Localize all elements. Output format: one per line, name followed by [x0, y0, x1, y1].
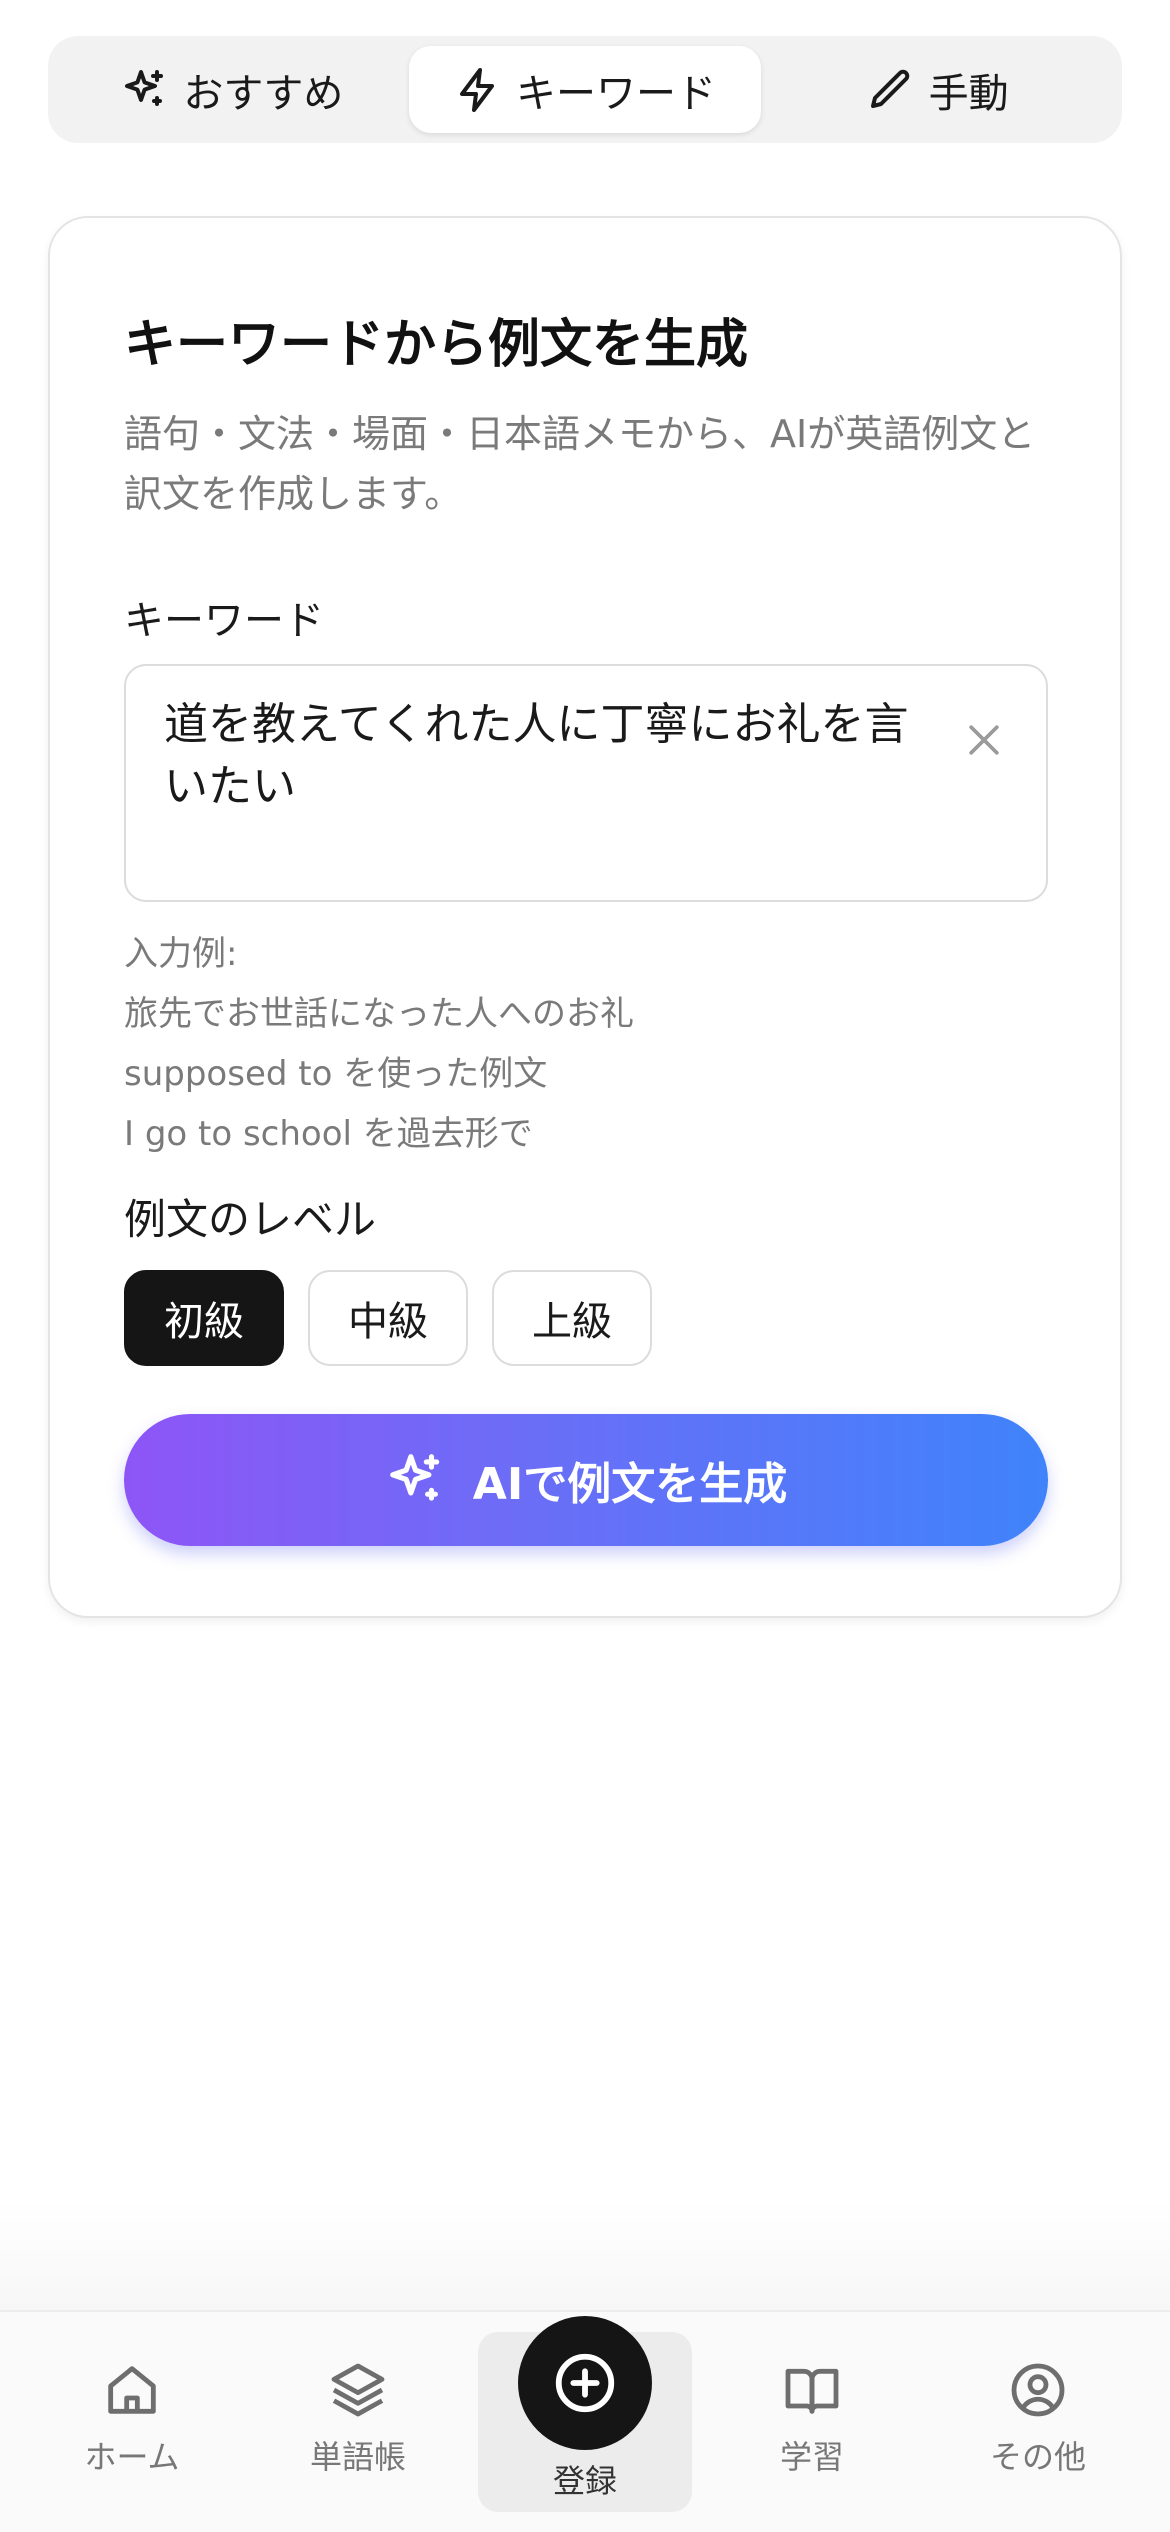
nav-item-label: 学習	[779, 2438, 844, 2476]
keyword-generator-card: キーワードから例文を生成 語句・文法・場面・日本語メモから、AIが英語例文と訳文…	[48, 216, 1122, 1618]
keyword-label: キーワード	[124, 598, 324, 644]
book-icon	[785, 2368, 839, 2414]
register-fab[interactable]	[518, 2316, 652, 2450]
generate-button-label: AIで例文を生成	[472, 1459, 788, 1510]
tab-recommended[interactable]: おすすめ	[56, 46, 409, 133]
example-item: I go to school を過去形で	[124, 1114, 533, 1154]
tab-keyword-label: キーワード	[516, 70, 716, 117]
input-examples: 入力例: 旅先でお世話になった人へのお礼 supposed to を使った例文 …	[124, 924, 1048, 1164]
tab-recommended-label: おすすめ	[183, 70, 344, 117]
level-intermediate-button[interactable]: 中級	[308, 1270, 468, 1366]
tab-manual[interactable]: 手動	[761, 46, 1114, 133]
level-label: 例文のレベル	[124, 1195, 377, 1244]
sparkles-icon	[389, 1454, 440, 1501]
mode-segmented-control: おすすめ キーワード 手動	[48, 36, 1122, 143]
tab-keyword[interactable]: キーワード	[408, 46, 762, 133]
level-advanced-button[interactable]: 上級	[492, 1270, 652, 1366]
nav-item-register[interactable]: 登録	[478, 2316, 692, 2512]
bottom-nav: ホーム 単語帳 登録 学習 その他	[0, 2310, 1170, 2532]
plus-circle-icon	[555, 2353, 615, 2413]
nav-item-label: ホーム	[84, 2438, 180, 2476]
pencil-icon	[870, 69, 909, 108]
examples-title: 入力例:	[124, 934, 238, 974]
nav-item-label: 単語帳	[309, 2438, 406, 2476]
nav-item-other[interactable]: その他	[938, 2358, 1138, 2478]
card-description: 語句・文法・場面・日本語メモから、AIが英語例文と訳文を作成します。	[124, 412, 1036, 516]
level-selector: 初級 中級 上級	[124, 1270, 652, 1366]
keyword-input[interactable]: 道を教えてくれた人に丁寧にお礼を言いたい	[124, 664, 1048, 902]
sparkles-icon	[125, 69, 164, 106]
level-beginner-button[interactable]: 初級	[124, 1270, 284, 1366]
tab-manual-label: 手動	[928, 70, 1009, 117]
nav-item-study[interactable]: 学習	[712, 2358, 912, 2478]
nav-item-home[interactable]: ホーム	[32, 2358, 232, 2478]
nav-item-wordbook[interactable]: 単語帳	[258, 2358, 458, 2478]
user-circle-icon	[1011, 2363, 1065, 2417]
home-icon	[108, 2366, 156, 2414]
example-item: supposed to を使った例文	[124, 1054, 548, 1094]
card-title: キーワードから例文を生成	[124, 315, 749, 375]
example-item: 旅先でお世話になった人へのお礼	[124, 994, 634, 1034]
lightning-icon	[460, 67, 494, 112]
nav-fade	[0, 2200, 1170, 2310]
layers-icon	[331, 2363, 385, 2417]
generate-button[interactable]: AIで例文を生成	[124, 1414, 1048, 1546]
clear-icon[interactable]	[962, 718, 1006, 762]
nav-item-label: 登録	[552, 2462, 617, 2500]
screen: おすすめ キーワード 手動 キーワードから例文を生成 語句・文法・場面・日本語メ…	[0, 0, 1170, 2532]
keyword-input-value[interactable]: 道を教えてくれた人に丁寧にお礼を言いたい	[164, 694, 924, 818]
nav-item-label: その他	[989, 2438, 1086, 2476]
